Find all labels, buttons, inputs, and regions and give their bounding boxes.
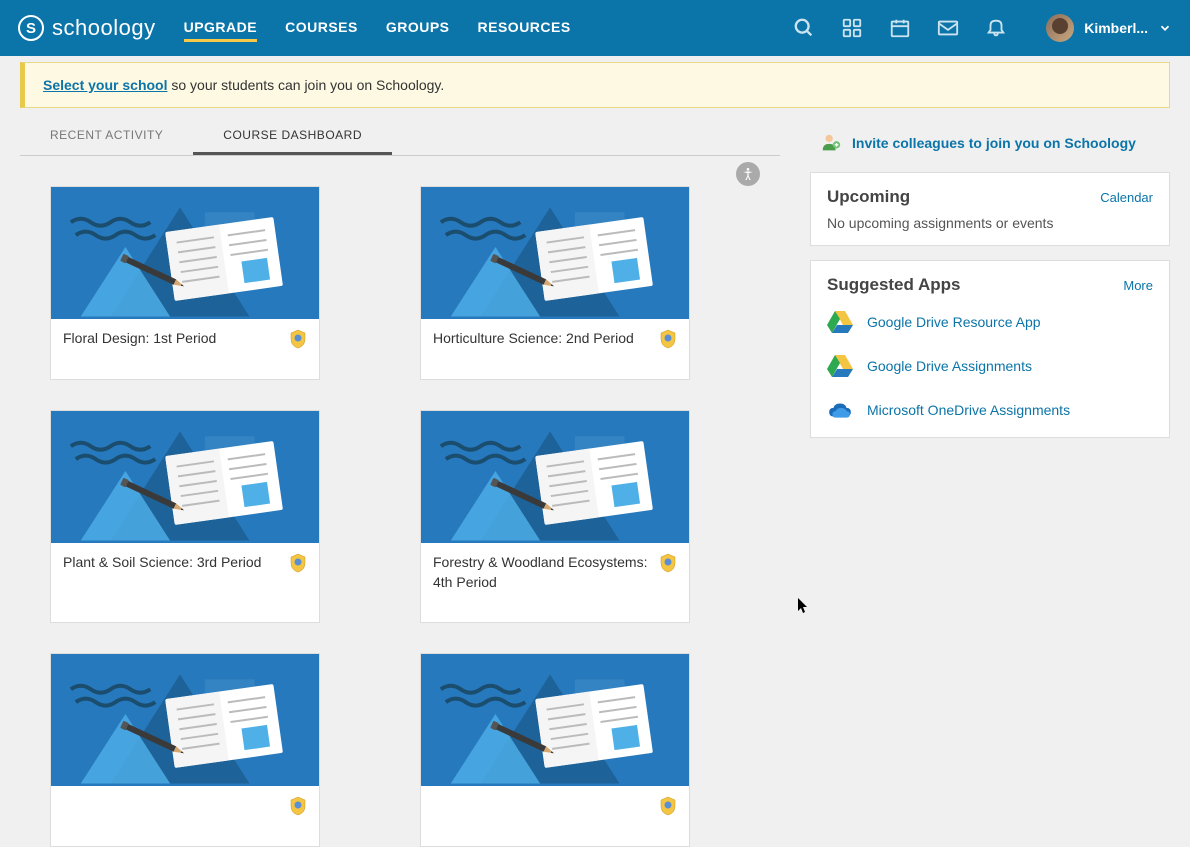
invite-label: Invite colleagues to join you on Schoolo… [852,135,1136,151]
course-card[interactable]: Floral Design: 1st Period [50,186,320,380]
nav-upgrade[interactable]: UPGRADE [184,15,258,42]
course-title: Forestry & Woodland Ecosystems: 4th Peri… [433,553,659,592]
app-name: Google Drive Assignments [867,358,1032,374]
invite-icon [820,132,842,154]
calendar-icon[interactable] [888,16,912,40]
course-thumbnail [51,654,319,786]
search-icon[interactable] [792,16,816,40]
tab-recent-activity[interactable]: RECENT ACTIVITY [20,118,193,155]
onedrive-icon [827,397,853,423]
mail-icon[interactable] [936,16,960,40]
chevron-down-icon [1158,21,1172,35]
course-card[interactable]: Plant & Soil Science: 3rd Period [50,410,320,623]
upcoming-title: Upcoming [827,187,910,207]
nav-groups[interactable]: GROUPS [386,15,450,42]
username: Kimberl... [1084,20,1148,36]
admin-badge-icon [289,796,307,816]
nav-courses[interactable]: COURSES [285,15,358,42]
nav-icons: Kimberl... [792,14,1172,42]
admin-badge-icon [659,796,677,816]
accessibility-icon[interactable] [736,162,760,186]
logo-mark: S [18,15,44,41]
invite-colleagues-link[interactable]: Invite colleagues to join you on Schoolo… [810,128,1170,158]
brand-logo[interactable]: S schoology [18,15,156,41]
admin-badge-icon [659,553,677,573]
suggested-apps-panel: Suggested Apps More Google Drive Resourc… [810,260,1170,438]
course-card[interactable]: Horticulture Science: 2nd Period [420,186,690,380]
school-banner: Select your school so your students can … [20,62,1170,108]
nav-links: UPGRADE COURSES GROUPS RESOURCES [184,15,571,42]
course-thumbnail [51,187,319,319]
gdrive-icon [827,353,853,379]
admin-badge-icon [289,553,307,573]
app-item[interactable]: Microsoft OneDrive Assignments [827,397,1153,423]
apps-more-link[interactable]: More [1123,278,1153,293]
course-title: Floral Design: 1st Period [63,329,289,349]
course-thumbnail [421,411,689,543]
course-thumbnail [421,654,689,786]
banner-text: so your students can join you on Schoolo… [167,77,444,93]
course-card[interactable] [420,653,690,847]
upcoming-empty: No upcoming assignments or events [827,215,1153,231]
dashboard-tabs: RECENT ACTIVITY COURSE DASHBOARD [20,118,780,156]
course-thumbnail [51,411,319,543]
apps-title: Suggested Apps [827,275,961,295]
user-menu[interactable]: Kimberl... [1046,14,1172,42]
course-thumbnail [421,187,689,319]
tab-course-dashboard[interactable]: COURSE DASHBOARD [193,118,392,155]
app-item[interactable]: Google Drive Resource App [827,309,1153,335]
brand-name: schoology [52,15,156,41]
nav-resources[interactable]: RESOURCES [478,15,571,42]
course-card[interactable]: Forestry & Woodland Ecosystems: 4th Peri… [420,410,690,623]
course-title: Horticulture Science: 2nd Period [433,329,659,349]
bell-icon[interactable] [984,16,1008,40]
admin-badge-icon [289,329,307,349]
avatar [1046,14,1074,42]
admin-badge-icon [659,329,677,349]
app-name: Microsoft OneDrive Assignments [867,402,1070,418]
apps-grid-icon[interactable] [840,16,864,40]
calendar-link[interactable]: Calendar [1100,190,1153,205]
select-school-link[interactable]: Select your school [43,77,167,93]
app-item[interactable]: Google Drive Assignments [827,353,1153,379]
course-grid: Floral Design: 1st Period Horticulture S… [20,186,780,847]
app-name: Google Drive Resource App [867,314,1041,330]
upcoming-panel: Upcoming Calendar No upcoming assignment… [810,172,1170,246]
course-title: Plant & Soil Science: 3rd Period [63,553,289,573]
course-card[interactable] [50,653,320,847]
gdrive-icon [827,309,853,335]
top-nav: S schoology UPGRADE COURSES GROUPS RESOU… [0,0,1190,56]
